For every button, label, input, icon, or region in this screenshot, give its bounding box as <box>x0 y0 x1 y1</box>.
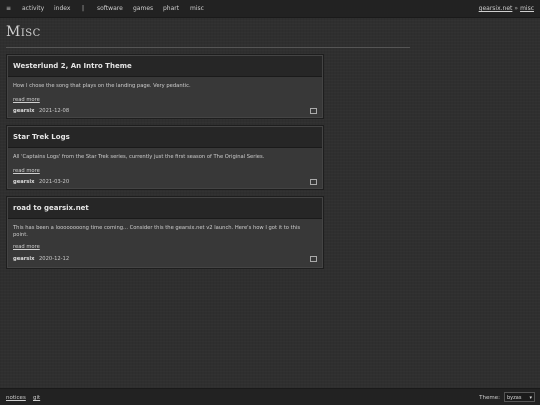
theme-select[interactable]: byzas ▾ <box>504 392 535 402</box>
menu-icon[interactable]: ≡ <box>6 5 11 12</box>
breadcrumb-site-link[interactable]: gearsix.net <box>479 5 513 12</box>
post-card: Westerlund 2, An Intro Theme How I chose… <box>6 54 324 119</box>
page-title: Misc <box>6 24 41 40</box>
chevron-down-icon: ▾ <box>529 395 532 401</box>
nav-link-misc[interactable]: misc <box>190 5 204 12</box>
post-author: gearsix <box>13 256 35 262</box>
post-title[interactable]: Westerlund 2, An Intro Theme <box>13 62 132 70</box>
comment-icon[interactable] <box>310 179 317 185</box>
comment-icon[interactable] <box>310 256 317 262</box>
theme-label: Theme: <box>479 395 500 401</box>
theme-select-value: byzas <box>507 395 522 401</box>
post-card-header: road to gearsix.net <box>8 198 322 219</box>
comment-icon[interactable] <box>310 108 317 114</box>
post-date: 2021-12-08 <box>39 108 70 114</box>
nav-link-software[interactable]: software <box>97 5 123 12</box>
post-title[interactable]: road to gearsix.net <box>13 204 89 212</box>
post-summary: How I chose the song that plays on the l… <box>13 83 191 89</box>
footer-bar: notices git Theme: byzas ▾ <box>0 388 540 405</box>
nav-link-phart[interactable]: phart <box>163 5 179 12</box>
post-card: Star Trek Logs All 'Captains Logs' from … <box>6 125 324 190</box>
footer-link-git[interactable]: git <box>33 395 40 401</box>
post-date: 2021-03-20 <box>39 179 70 185</box>
breadcrumb-arrow: » <box>514 5 519 12</box>
nav-separator: | <box>82 5 85 12</box>
post-card: road to gearsix.net This has been a looo… <box>6 196 324 269</box>
post-card-header: Star Trek Logs <box>8 127 322 148</box>
footer-link-notices[interactable]: notices <box>6 395 26 401</box>
nav-link-activity[interactable]: activity <box>22 5 44 12</box>
title-divider <box>6 47 410 48</box>
nav-link-index[interactable]: index <box>54 5 70 12</box>
post-author: gearsix <box>13 179 35 185</box>
read-more-link[interactable]: read more <box>13 244 40 250</box>
read-more-link[interactable]: read more <box>13 97 40 103</box>
post-author: gearsix <box>13 108 35 114</box>
post-card-header: Westerlund 2, An Intro Theme <box>8 56 322 77</box>
breadcrumb: gearsix.net» misc <box>479 5 534 12</box>
post-summary: This has been a loooooooong time coming.… <box>13 225 301 238</box>
post-date: 2020-12-12 <box>39 256 70 262</box>
post-summary: All 'Captains Logs' from the Star Trek s… <box>13 154 265 160</box>
read-more-link[interactable]: read more <box>13 168 40 174</box>
top-nav-bar: ≡ activity index | software games phart … <box>0 0 540 18</box>
post-title[interactable]: Star Trek Logs <box>13 133 70 141</box>
nav-link-games[interactable]: games <box>133 5 153 12</box>
breadcrumb-page-link[interactable]: misc <box>520 5 534 12</box>
